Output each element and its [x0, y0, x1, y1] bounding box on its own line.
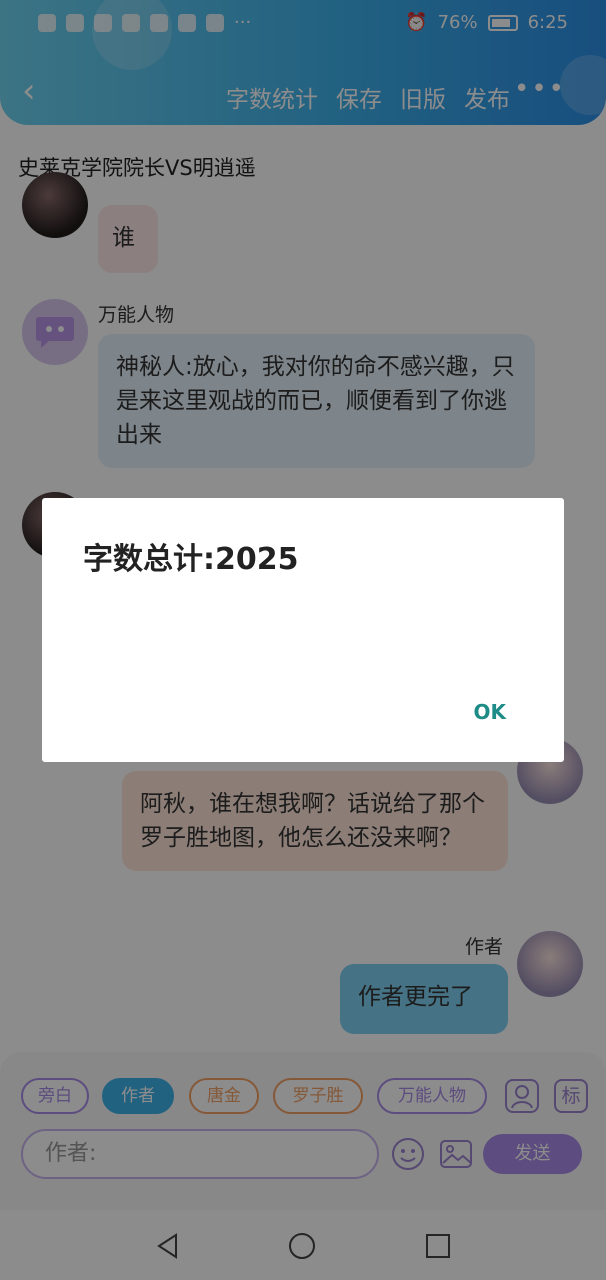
dialog-message: 字数总计:2025 [83, 542, 299, 577]
word-count-dialog: 字数总计:2025 OK [42, 498, 564, 762]
ok-button[interactable]: OK [474, 700, 507, 724]
